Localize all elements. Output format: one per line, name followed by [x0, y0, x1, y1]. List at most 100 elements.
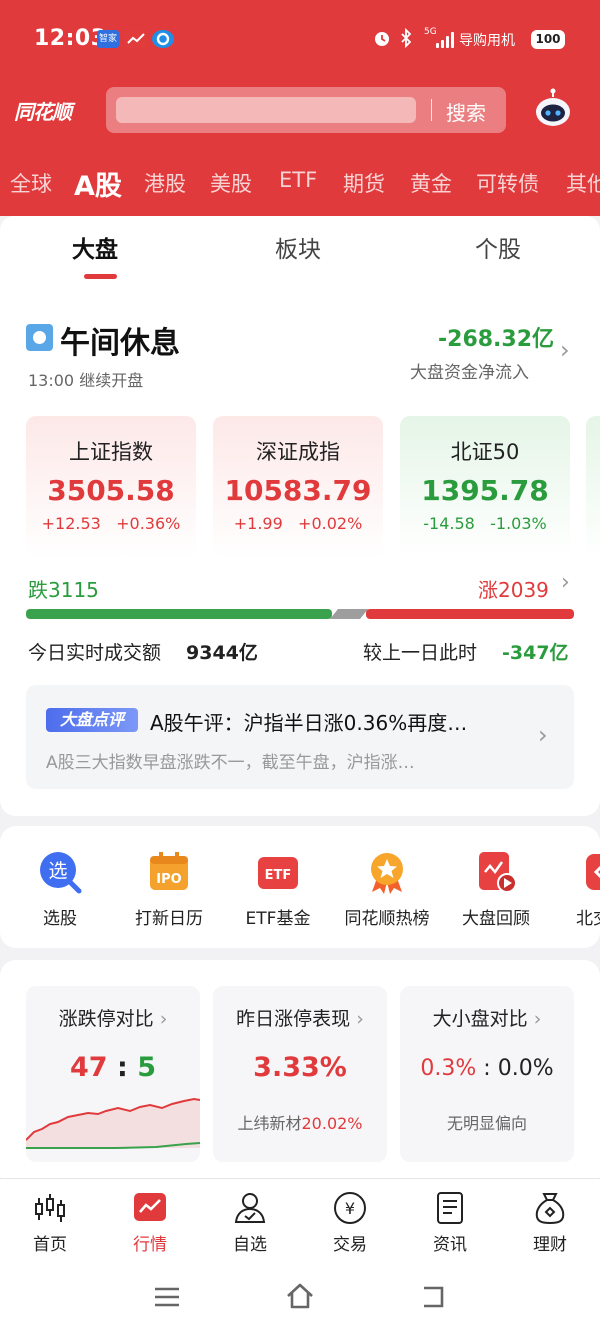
commentary-title: A股午评：沪指半日涨0.36%再度… — [150, 711, 468, 735]
nav-label: 理财 — [533, 1235, 567, 1255]
network-type: 5G — [424, 27, 437, 37]
index-change-pct: +0.36% — [116, 514, 181, 533]
rising-count[interactable]: 涨2039 — [478, 574, 549, 603]
shortcut-bse[interactable]: 北交所 — [550, 850, 600, 929]
yuan-coin-icon: ¥ — [332, 1190, 368, 1226]
search-divider — [431, 99, 432, 121]
nav-label: 首页 — [33, 1235, 67, 1255]
tab-market[interactable]: 大盘 — [72, 230, 118, 264]
alarm-icon — [372, 28, 392, 52]
limit-ratio-value: 47 : 5 — [26, 1052, 200, 1083]
shortcut-hot-list[interactable]: 同花顺热榜 — [332, 850, 442, 929]
market-tab-bar: 全球 A股 港股 美股 ETF 期货 黄金 可转债 其他 — [0, 160, 600, 210]
nav-label: 自选 — [233, 1235, 267, 1255]
index-card-next-peek[interactable] — [586, 416, 600, 558]
search-bar[interactable]: 搜索 — [106, 87, 506, 133]
index-change: +12.53 +0.36% — [26, 514, 196, 533]
index-card-shenzhen[interactable]: 深证成指 10583.79 +1.99 +0.02% — [213, 416, 383, 558]
market-tab-etf[interactable]: ETF — [279, 168, 317, 192]
index-card-bse50[interactable]: 北证50 1395.78 -14.58 -1.03% — [400, 416, 570, 558]
chevron-right-icon: › — [350, 1008, 364, 1030]
market-tab-gold[interactable]: 黄金 — [410, 168, 452, 198]
status-time: 12:03 — [34, 26, 107, 51]
limit-trend-sparkline — [26, 1097, 200, 1149]
turnover-label: 今日实时成交额 — [28, 642, 162, 664]
ratio-rise-segment — [366, 609, 574, 619]
system-navigation-bar — [0, 1268, 600, 1333]
stat-title-text: 大小盘对比 — [432, 1008, 528, 1030]
nav-wealth[interactable]: 理财 — [505, 1190, 595, 1255]
nav-home[interactable]: 首页 — [5, 1190, 95, 1255]
search-button[interactable]: 搜索 — [446, 97, 486, 126]
market-review-icon — [474, 850, 518, 894]
shortcut-stock-picker[interactable]: 选 选股 — [5, 850, 115, 929]
svg-text:¥: ¥ — [345, 1199, 355, 1218]
shortcut-label: 大盘回顾 — [462, 909, 530, 929]
net-flow-label: 大盘资金净流入 — [410, 363, 529, 383]
active-tab-indicator — [84, 274, 117, 279]
index-change-amount: +1.99 — [233, 514, 283, 533]
stock-picker-icon: 选 — [38, 850, 82, 894]
index-value: 1395.78 — [421, 474, 549, 507]
nav-news[interactable]: 资讯 — [405, 1190, 495, 1255]
top-stock-name: 上纬新材 — [237, 1114, 302, 1133]
market-tab-a-share[interactable]: A股 — [74, 164, 122, 203]
shortcut-label: 北交所 — [576, 909, 600, 929]
market-tab-futures[interactable]: 期货 — [343, 168, 385, 198]
shortcut-market-review[interactable]: 大盘回顾 — [441, 850, 551, 929]
turnover-value: 9344亿 — [186, 642, 258, 664]
index-change: -14.58 -1.03% — [400, 514, 570, 533]
cap-compare-card[interactable]: 大小盘对比 › 0.3% : 0.0% 无明显偏向 — [400, 986, 574, 1162]
back-icon[interactable] — [418, 1284, 448, 1310]
shortcut-label: ETF基金 — [245, 909, 311, 929]
top-stock-gain: 20.02% — [301, 1114, 363, 1133]
nav-watchlist[interactable]: 自选 — [205, 1190, 295, 1255]
smart-home-app-icon: 智家 — [97, 30, 119, 48]
yesterday-limit-card[interactable]: 昨日涨停表现 › 3.33% 上纬新材20.02% — [213, 986, 387, 1162]
stock-app-icon — [125, 30, 147, 48]
ratio-fall-segment — [26, 609, 332, 619]
index-change-amount: -14.58 — [423, 514, 475, 533]
limit-ratio-card[interactable]: 涨跌停对比 › 47 : 5 — [26, 986, 200, 1162]
limit-up-count: 47 — [70, 1052, 108, 1083]
svg-text:选: 选 — [48, 860, 67, 882]
market-tab-us[interactable]: 美股 — [210, 168, 252, 198]
net-flow-value[interactable]: -268.32亿 — [438, 321, 554, 353]
home-icon[interactable] — [284, 1282, 316, 1310]
shortcut-label: 打新日历 — [135, 909, 203, 929]
shortcut-etf-fund[interactable]: ETF ETF基金 — [223, 850, 333, 929]
nav-market[interactable]: 行情 — [105, 1190, 195, 1255]
stat-title-text: 涨跌停对比 — [58, 1008, 154, 1030]
watchlist-user-icon — [232, 1190, 268, 1226]
limit-down-count: 5 — [137, 1052, 156, 1083]
bse-icon — [584, 850, 600, 894]
app-logo: 同花顺 — [14, 100, 72, 124]
ipo-calendar-icon: IPO — [147, 850, 191, 894]
falling-count: 跌3115 — [28, 578, 99, 602]
robot-assistant-icon[interactable] — [532, 88, 574, 130]
chevron-right-icon: › — [527, 1008, 542, 1030]
market-tab-convertible[interactable]: 可转债 — [476, 168, 539, 198]
menu-icon[interactable] — [153, 1285, 181, 1309]
shortcut-ipo-calendar[interactable]: IPO 打新日历 — [114, 850, 224, 929]
candlestick-icon — [32, 1190, 68, 1226]
market-tab-other[interactable]: 其他 — [566, 168, 600, 198]
shortcut-label: 选股 — [43, 909, 77, 929]
index-card-shanghai[interactable]: 上证指数 3505.58 +12.53 +0.36% — [26, 416, 196, 558]
market-tab-global[interactable]: 全球 — [10, 168, 52, 198]
nav-label: 交易 — [333, 1235, 367, 1255]
tab-sectors[interactable]: 板块 — [275, 230, 321, 264]
market-status-title: 午间休息 — [60, 326, 180, 361]
chevron-right-icon[interactable]: › — [560, 336, 570, 364]
shortcut-label: 同花顺热榜 — [344, 909, 430, 929]
market-tab-hk[interactable]: 港股 — [144, 168, 186, 198]
market-commentary-card[interactable]: 大盘点评 A股午评：沪指半日涨0.36%再度… A股三大指数早盘涨跌不一，截至午… — [26, 685, 574, 789]
nav-trade[interactable]: ¥ 交易 — [305, 1190, 395, 1255]
tab-stocks[interactable]: 个股 — [475, 230, 521, 264]
stat-title: 昨日涨停表现 › — [213, 1004, 387, 1031]
search-placeholder-blurred — [116, 97, 416, 123]
small-cap-value: 0.0% — [497, 1056, 554, 1081]
stat-title: 大小盘对比 › — [400, 1004, 574, 1031]
yesterday-limit-value: 3.33% — [253, 1052, 347, 1083]
chevron-right-icon[interactable]: › — [561, 570, 570, 595]
